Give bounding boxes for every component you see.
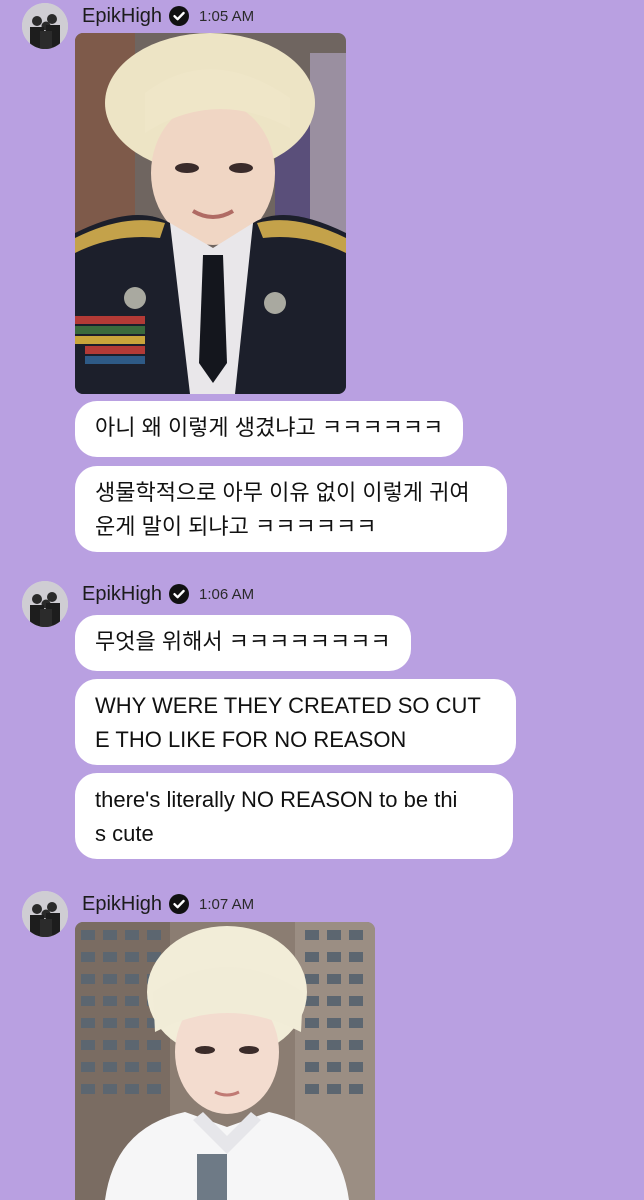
- verified-badge-icon: [169, 894, 190, 914]
- shared-photo[interactable]: [75, 33, 346, 394]
- verified-badge-icon: [169, 584, 190, 604]
- verified-badge-icon: [169, 6, 190, 26]
- message-bubble[interactable]: 생물학적으로 아무 이유 없이 이렇게 귀여 운게 말이 되냐고 ㅋㅋㅋㅋㅋㅋ: [75, 466, 507, 552]
- message-bubble[interactable]: there's literally NO REASON to be thi s …: [75, 773, 513, 859]
- message-bubble[interactable]: WHY WERE THEY CREATED SO CUT E THO LIKE …: [75, 679, 516, 765]
- sender-name[interactable]: EpikHigh: [82, 893, 162, 916]
- sender-avatar[interactable]: [22, 581, 68, 627]
- sender-name[interactable]: EpikHigh: [82, 583, 162, 606]
- message-bubble[interactable]: 아니 왜 이렇게 생겼냐고 ㅋㅋㅋㅋㅋㅋ: [75, 401, 464, 457]
- shared-photo[interactable]: [75, 922, 375, 1200]
- message-timestamp: 1:06 AM: [199, 585, 255, 603]
- message-bubble[interactable]: 무엇을 위해서 ㅋㅋㅋㅋㅋㅋㅋㅋ: [75, 615, 411, 671]
- sender-avatar[interactable]: [22, 3, 68, 49]
- sender-name[interactable]: EpikHigh: [82, 5, 162, 28]
- sender-avatar[interactable]: [22, 891, 68, 937]
- message-timestamp: 1:07 AM: [199, 895, 255, 913]
- message-timestamp: 1:05 AM: [199, 7, 255, 25]
